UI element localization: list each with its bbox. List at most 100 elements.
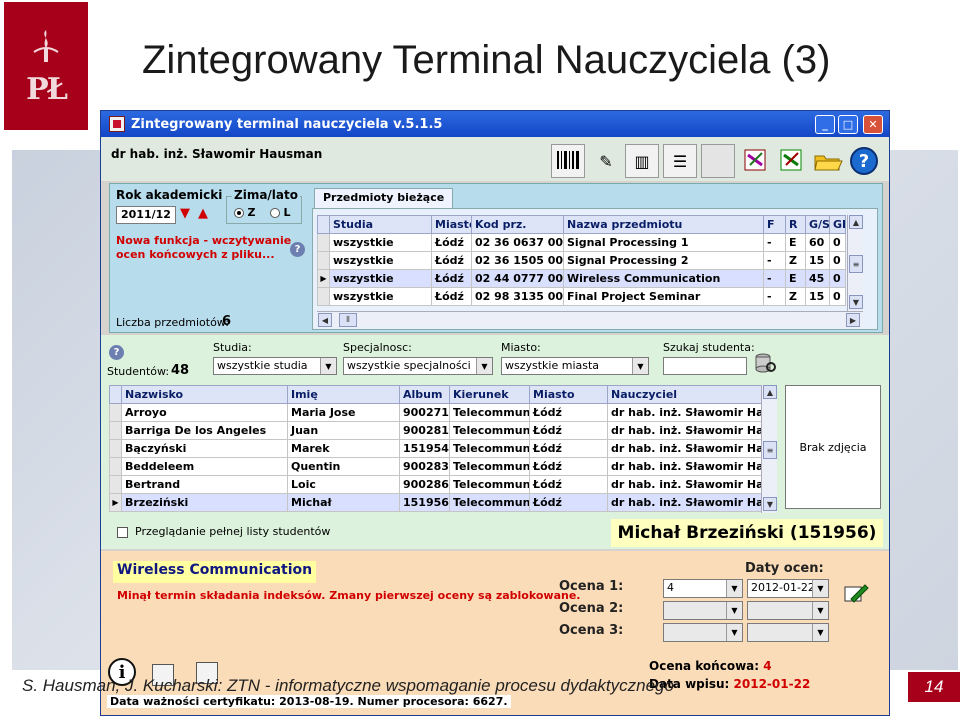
chevron-down-icon[interactable]: ▼ <box>812 624 828 641</box>
student-row[interactable]: Bertrand Loic 900286 Telecommun Łódź dr hab. … <box>109 475 762 494</box>
row-selector[interactable] <box>109 403 122 422</box>
chevron-down-icon[interactable]: ▼ <box>726 624 742 641</box>
new-feature-link-line2[interactable]: ocen końcowych z pliku... <box>116 248 275 261</box>
semester-winter-option[interactable]: Z <box>234 206 255 219</box>
list-document-button[interactable]: ☰ <box>663 144 697 178</box>
export-pd-button[interactable] <box>775 144 809 178</box>
chevron-down-icon[interactable]: ▼ <box>320 358 336 374</box>
full-list-checkbox[interactable] <box>117 527 128 538</box>
scroll-thumb-horizontal[interactable]: ⦀ <box>339 313 357 327</box>
window-titlebar[interactable]: Zintegrowany terminal nauczyciela v.5.1.… <box>101 111 889 137</box>
scroll-up-icon[interactable]: ▲ <box>763 385 777 399</box>
scroll-right-icon[interactable]: ▶ <box>846 313 860 327</box>
row-selector[interactable] <box>109 457 122 476</box>
search-database-button[interactable] <box>753 351 777 378</box>
import-kp-button[interactable] <box>739 144 773 178</box>
column-header[interactable]: F <box>763 215 786 234</box>
column-header[interactable]: R <box>785 215 806 234</box>
course-row[interactable]: ▶ wszystkie Łódź 02 44 0777 00 Wireless Comm… <box>317 269 846 288</box>
column-header[interactable]: Nazwisko <box>121 385 288 404</box>
semester-summer-radio[interactable] <box>270 208 280 218</box>
column-header[interactable]: Kod prz. <box>471 215 564 234</box>
grade2-select[interactable]: ▼ <box>663 601 743 620</box>
scroll-left-icon[interactable]: ◀ <box>318 313 332 327</box>
help-button[interactable]: ? <box>847 144 881 178</box>
close-button[interactable]: ✕ <box>863 115 883 134</box>
help-icon: ? <box>850 147 878 175</box>
barcode-button[interactable] <box>551 144 585 178</box>
chevron-down-icon[interactable]: ▼ <box>726 580 742 597</box>
columns-button[interactable]: ▥ <box>625 144 659 178</box>
grade2-date-select[interactable]: ▼ <box>747 601 829 620</box>
students-help-icon[interactable]: ? <box>109 345 124 360</box>
new-feature-link-line1[interactable]: Nowa funkcja - wczytywanie <box>116 234 291 247</box>
row-selector[interactable] <box>317 287 330 306</box>
column-header[interactable]: GP <box>829 215 846 234</box>
specjalnosc-filter-select[interactable]: wszystkie specjalności ▼ <box>343 357 493 375</box>
column-header[interactable]: Nazwa przedmiotu <box>563 215 764 234</box>
students-vertical-scrollbar[interactable]: ▲ ≡ ▼ <box>761 385 777 513</box>
year-down-arrow-icon[interactable]: ▼ <box>180 206 190 221</box>
chevron-down-icon[interactable]: ▼ <box>476 358 492 374</box>
grade1-date-select[interactable]: 2012-01-22 ▼ <box>747 579 829 598</box>
row-selector[interactable] <box>109 421 122 440</box>
student-row[interactable]: Arroyo Maria Jose 900271 Telecommun Łódź dr h… <box>109 403 762 422</box>
column-header[interactable]: Album <box>399 385 450 404</box>
edit-document-button[interactable]: ✎ <box>589 144 623 178</box>
chevron-down-icon[interactable]: ▼ <box>812 580 828 597</box>
semester-summer-option[interactable]: L <box>270 206 291 219</box>
scroll-down-icon[interactable]: ▼ <box>849 295 863 309</box>
column-header[interactable]: Nauczyciel <box>607 385 762 404</box>
miasto-filter-select[interactable]: wszystkie miasta ▼ <box>501 357 649 375</box>
scroll-down-icon[interactable]: ▼ <box>763 497 777 511</box>
table-cell: 900281 <box>399 421 450 440</box>
search-student-label: Szukaj studenta: <box>663 341 755 354</box>
column-header[interactable]: Kierunek <box>449 385 530 404</box>
scroll-up-icon[interactable]: ▲ <box>849 215 863 229</box>
column-header[interactable]: G/S <box>805 215 830 234</box>
empty-toolbar-button[interactable] <box>701 144 735 178</box>
courses-help-icon[interactable]: ? <box>290 242 305 257</box>
student-row[interactable]: ▶ Brzeziński Michał 151956 Telecommun Łódź dr … <box>109 493 762 512</box>
current-row-pointer-icon[interactable]: ▶ <box>109 493 122 512</box>
scroll-thumb[interactable]: ≡ <box>763 441 777 459</box>
grade3-date-select[interactable]: ▼ <box>747 623 829 642</box>
table-cell: 900283 <box>399 457 450 476</box>
course-row[interactable]: wszystkie Łódź 02 36 1505 00 Signal Process… <box>317 251 846 270</box>
year-up-arrow-icon[interactable]: ▲ <box>198 206 208 221</box>
studia-filter-select[interactable]: wszystkie studia ▼ <box>213 357 337 375</box>
row-selector[interactable] <box>317 251 330 270</box>
course-row[interactable]: wszystkie Łódź 02 98 3135 00 Final Project … <box>317 287 846 306</box>
courses-horizontal-scrollbar[interactable]: ◀ ⦀ ▶ <box>317 311 863 327</box>
current-row-pointer-icon[interactable]: ▶ <box>317 269 330 288</box>
student-row[interactable]: Barriga De los Angeles Juan 900281 Telecomm… <box>109 421 762 440</box>
column-header[interactable]: Imię <box>287 385 400 404</box>
semester-winter-label: Z <box>247 206 256 219</box>
chevron-down-icon[interactable]: ▼ <box>632 358 648 374</box>
grade1-select[interactable]: 4 ▼ <box>663 579 743 598</box>
row-selector[interactable] <box>109 439 122 458</box>
search-student-input[interactable] <box>663 357 747 375</box>
column-header[interactable]: Miasto <box>529 385 608 404</box>
courses-vertical-scrollbar[interactable]: ▲ ≡ ▼ <box>847 215 863 311</box>
student-row[interactable]: Bączyński Marek 151954 Telecommun Łódź dr hab… <box>109 439 762 458</box>
minimize-button[interactable]: _ <box>815 115 835 134</box>
row-selector[interactable] <box>109 475 122 494</box>
tab-current-courses[interactable]: Przedmioty bieżące <box>314 188 454 208</box>
course-row[interactable]: wszystkie Łódź 02 36 0637 00 Signal Process… <box>317 233 846 252</box>
chevron-down-icon[interactable]: ▼ <box>726 602 742 619</box>
grade3-select[interactable]: ▼ <box>663 623 743 642</box>
column-header[interactable]: Studia <box>329 215 432 234</box>
chevron-down-icon[interactable]: ▼ <box>812 602 828 619</box>
open-folder-button[interactable] <box>811 144 845 178</box>
row-selector[interactable] <box>317 233 330 252</box>
table-cell: Bączyński <box>121 439 288 458</box>
table-cell: 0 <box>829 287 846 306</box>
semester-winter-radio[interactable] <box>234 208 244 218</box>
scroll-thumb[interactable]: ≡ <box>849 255 863 273</box>
column-header[interactable]: Miasto <box>431 215 472 234</box>
student-row[interactable]: Beddeleem Quentin 900283 Telecommun Łódź dr h… <box>109 457 762 476</box>
maximize-button[interactable]: □ <box>838 115 858 134</box>
academic-year-field[interactable]: 2011/12 <box>116 206 176 224</box>
save-grade-button[interactable] <box>843 581 869 608</box>
